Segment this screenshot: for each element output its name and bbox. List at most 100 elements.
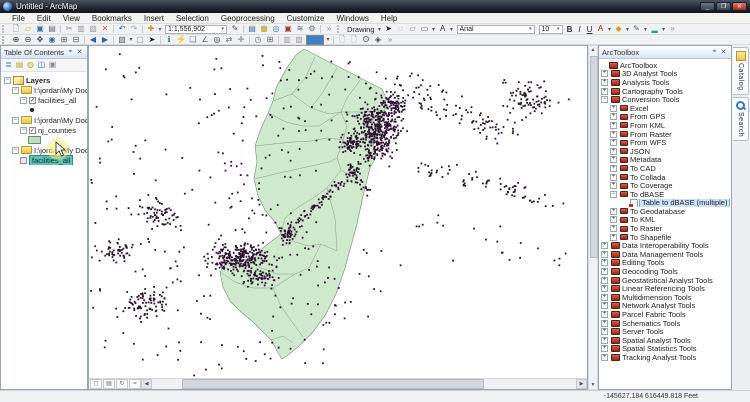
menu-edit[interactable]: Edit <box>31 14 57 23</box>
toolbox-item-3d-analyst-tools[interactable]: +3D Analyst Tools <box>599 70 731 79</box>
tree-expander-icon[interactable]: + <box>610 131 617 138</box>
tree-expander-icon[interactable]: − <box>601 96 608 103</box>
tree-expander-icon[interactable]: + <box>601 88 608 95</box>
select-elements-arrow-icon[interactable]: ➤ <box>146 35 158 45</box>
tree-expander-icon[interactable]: + <box>610 105 617 112</box>
tree-expander-icon[interactable]: + <box>610 174 617 181</box>
search-window-icon[interactable]: ◎ <box>270 24 282 34</box>
toolbox-item-to-geodatabase[interactable]: +To Geodatabase <box>599 207 731 216</box>
tree-expander-icon[interactable]: − <box>12 87 19 94</box>
highlight-color-icon[interactable]: ◆ <box>613 24 625 34</box>
tree-expander-icon[interactable]: + <box>610 234 617 241</box>
measure-icon[interactable]: ∠ <box>199 35 211 45</box>
clear-selection-icon[interactable]: ▢ <box>134 35 146 45</box>
tree-expander-icon[interactable]: + <box>601 337 608 344</box>
find-icon[interactable]: ◎ <box>211 35 223 45</box>
layer-checkbox[interactable]: ✓ <box>29 127 36 134</box>
underline-button[interactable]: U <box>585 25 595 34</box>
redo-icon[interactable]: ↷ <box>128 24 140 34</box>
menu-customize[interactable]: Customize <box>281 14 331 23</box>
tree-expander-icon[interactable]: + <box>610 122 617 129</box>
line-color-icon[interactable]: ✎ <box>631 24 643 34</box>
menu-bookmarks[interactable]: Bookmarks <box>86 14 138 23</box>
back-extent-icon[interactable]: ◀ <box>87 35 99 45</box>
toc-item-facilities-all[interactable]: −✓facilities_all <box>1 95 87 105</box>
toolbox-item-to-kml[interactable]: +To KML <box>599 216 731 225</box>
tree-expander-icon[interactable]: − <box>4 77 11 84</box>
editor-pencil-icon[interactable]: ✎ <box>229 24 241 34</box>
viewer-window-icon[interactable]: ⊞ <box>264 35 276 45</box>
toolbar-grip[interactable] <box>337 25 342 33</box>
open-folder-icon[interactable]: ▱ <box>22 24 34 34</box>
fill-color-icon[interactable]: ▂ <box>649 24 661 34</box>
toolbox-item-to-dbase[interactable]: −To dBASE <box>599 190 731 199</box>
tree-expander-icon[interactable]: − <box>12 117 19 124</box>
toc-item-i-jordan-my-documents[interactable]: −I:\jordan\My Documents <box>1 85 87 95</box>
toolbox-item-to-coverage[interactable]: +To Coverage <box>599 181 731 190</box>
toc-close-icon[interactable]: ✕ <box>75 48 84 56</box>
font-combo[interactable]: Arial▾ <box>457 25 535 34</box>
toc-item-layers[interactable]: −Layers <box>1 75 87 85</box>
toc-options-icon[interactable]: ▣ <box>47 60 58 70</box>
toc-pin-icon[interactable]: ⌖ <box>66 48 75 56</box>
tree-expander-icon[interactable]: + <box>610 208 617 215</box>
polygon-symbol[interactable] <box>28 136 41 144</box>
toolbox-item-analysis-tools[interactable]: +Analysis Tools <box>599 78 731 87</box>
toolbox-item-parcel-fabric-tools[interactable]: +Parcel Fabric Tools <box>599 310 731 319</box>
print-icon[interactable]: ▤ <box>46 24 58 34</box>
table-of-contents-window-icon[interactable]: ▤ <box>246 24 258 34</box>
map-scale-combo[interactable]: 1:1,556,902▾ <box>165 25 227 34</box>
binoculars-icon[interactable]: ʘ <box>360 35 372 45</box>
tree-expander-icon[interactable]: + <box>601 302 608 309</box>
rectangle-tool-icon[interactable]: ▭ <box>419 24 431 34</box>
tree-expander-icon[interactable]: + <box>610 148 617 155</box>
toc-symbol-point[interactable] <box>1 105 87 115</box>
tree-expander-icon[interactable]: + <box>601 311 608 318</box>
arctoolbox-pin-icon[interactable]: ⌖ <box>710 48 719 56</box>
tree-expander-icon[interactable]: + <box>610 182 617 189</box>
toolbox-item-to-cad[interactable]: +To CAD <box>599 164 731 173</box>
tree-expander-icon[interactable]: + <box>601 285 608 292</box>
toc-symbol-polygon[interactable] <box>1 135 87 145</box>
toolbox-item-from-wfs[interactable]: +From WFS <box>599 138 731 147</box>
full-extent-icon[interactable]: ◉ <box>46 35 58 45</box>
tree-expander-icon[interactable]: + <box>601 320 608 327</box>
data-view-button[interactable]: ◻ <box>90 379 102 389</box>
tree-expander-icon[interactable]: − <box>20 97 27 104</box>
text-tool-icon[interactable]: A <box>437 24 449 34</box>
symbol-swatch[interactable] <box>306 35 324 45</box>
toolbox-item-editing-tools[interactable]: +Editing Tools <box>599 259 731 268</box>
toolbox-item-server-tools[interactable]: +Server Tools <box>599 327 731 336</box>
labeling-icon[interactable]: ▥ <box>281 35 293 45</box>
arctoolbox-close-icon[interactable]: ✕ <box>719 48 728 56</box>
toolbox-item-multidimension-tools[interactable]: +Multidimension Tools <box>599 293 731 302</box>
toolbox-item-to-raster[interactable]: +To Raster <box>599 224 731 233</box>
toolbox-item-geostatistical-analyst-tools[interactable]: +Geostatistical Analyst Tools <box>599 276 731 285</box>
zoom-shape-icon[interactable]: ▱ <box>407 24 419 34</box>
toc-item-i-jordan-my-documents[interactable]: −I:\jordan\My Documents <box>1 115 87 125</box>
toolbox-item-metadata[interactable]: +Metadata <box>599 156 731 165</box>
list-by-source-icon[interactable]: ▤ <box>14 60 25 70</box>
add-data-icon[interactable]: ✚ <box>145 24 157 34</box>
time-slider-icon[interactable]: ◷ <box>252 35 264 45</box>
menu-selection[interactable]: Selection <box>170 14 215 23</box>
menu-windows[interactable]: Windows <box>330 14 374 23</box>
undo-icon[interactable]: ↶ <box>116 24 128 34</box>
close-button[interactable]: ✕ <box>732 2 747 11</box>
pan-icon[interactable]: ✥ <box>34 35 46 45</box>
forward-extent-icon[interactable]: ▶ <box>99 35 111 45</box>
toolbox-item-conversion-tools[interactable]: −Conversion Tools <box>599 95 731 104</box>
list-by-selection-icon[interactable]: ◫ <box>36 60 47 70</box>
point-symbol[interactable] <box>30 108 34 112</box>
tree-expander-icon[interactable]: + <box>610 165 617 172</box>
select-features-icon[interactable]: ▧ <box>116 35 128 45</box>
swatch-dropdown-icon[interactable]: ▾ <box>325 36 331 43</box>
modelbuilder-window-icon[interactable]: ⚙ <box>306 24 318 34</box>
tree-expander-icon[interactable]: − <box>20 127 27 134</box>
select-elements-icon[interactable]: ➤ <box>383 24 395 34</box>
tree-expander-icon[interactable]: + <box>601 277 608 284</box>
fixed-zoom-in-icon[interactable]: ⊞ <box>58 35 70 45</box>
tree-expander-icon[interactable]: − <box>610 191 617 198</box>
vscroll-up-arrow[interactable]: ▲ <box>589 46 597 54</box>
toolbox-item-from-gps[interactable]: +From GPS <box>599 113 731 122</box>
